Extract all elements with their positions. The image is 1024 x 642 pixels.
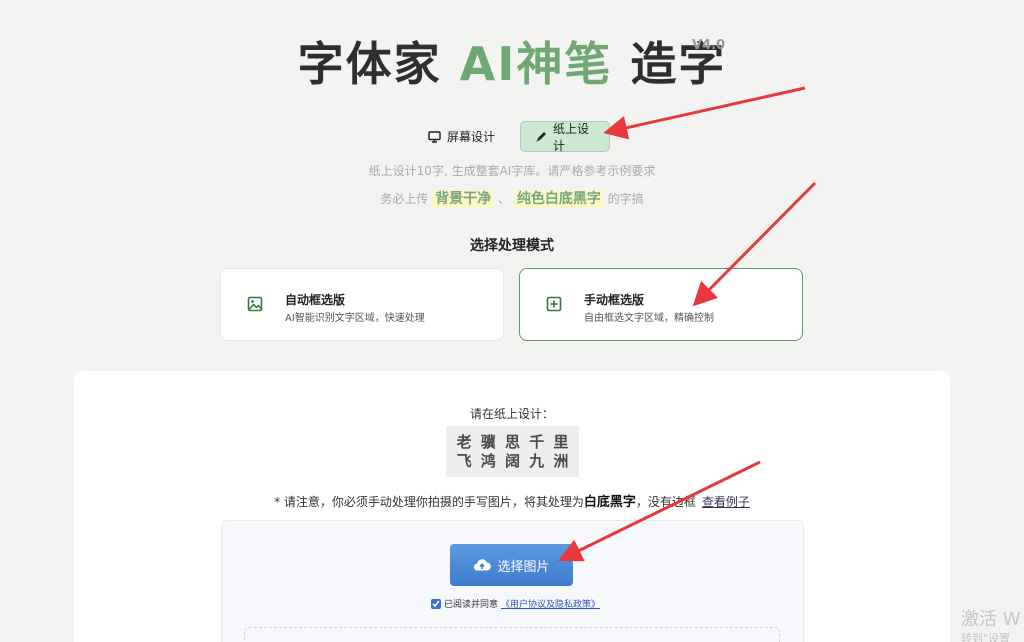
agreement: 已阅读并同意 《用户协议及隐私政策》 [431,597,600,610]
title-part1: 字体家 [297,37,460,91]
description-prefix: 务必上传 [380,192,429,206]
auto-select-card[interactable]: 自动框选版 AI智能识别文字区域，快速处理 [220,268,504,341]
sample-char: 飞 [456,452,472,470]
description-suffix: 的字搞 [607,192,644,206]
agree-text: 已阅读并同意 [444,600,499,610]
activation-watermark: 激活 W [961,609,1021,630]
sample-char: 九 [529,452,545,470]
sample-char: 千 [529,433,545,451]
arrow-to-paper-tab [603,86,806,140]
plus-square-icon [546,296,562,316]
processing-mode-title: 选择处理模式 [470,238,554,254]
description-line1: 纸上设计10字, 生成整套AI字库。请严格参考示例要求 [368,164,656,178]
title-accent: AI神笔 [459,37,613,91]
sample-char: 阔 [504,452,520,470]
description-line2: 务必上传 背景干净 、 纯色白底黑字 的字搞 [0,189,1024,209]
sample-char: 骥 [480,433,496,451]
choose-image-label: 选择图片 [497,559,550,575]
sample-char: 思 [504,433,520,451]
highlight-clean-background: 背景干净 [432,190,495,208]
tab-screen-design-label: 屏幕设计 [447,130,496,144]
view-example-link[interactable]: 查看例子 [702,495,750,509]
sample-characters: 老 骥 思 千 里 飞 鸿 阔 九 洲 [446,426,579,477]
sample-char: 老 [456,433,472,451]
choose-image-button[interactable]: 选择图片 [450,544,573,586]
manual-select-card[interactable]: 手动框选版 自由框选文字区域，精确控制 [519,268,803,341]
auto-select-title: 自动框选版 [285,293,346,307]
cloud-upload-icon [473,558,492,572]
sample-char: 洲 [553,452,569,470]
tab-screen-design[interactable]: 屏幕设计 [414,121,509,152]
sample-char: 鸿 [480,452,496,470]
manual-select-title: 手动框选版 [584,293,645,307]
page-title: 字体家 AI神笔 造字 [0,36,1024,92]
notice-bold: 白底黑字 [583,495,636,510]
version-badge: V4.0 [692,38,726,53]
policy-link[interactable]: 《用户协议及隐私政策》 [501,597,600,610]
notice-suffix: ，没有边框 [635,495,696,509]
sample-char: 里 [553,433,569,451]
manual-select-subtitle: 自由框选文字区域，精确控制 [584,313,714,324]
tab-paper-design-label: 纸上设计 [553,121,590,153]
highlight-white-black: 纯色白底黑字 [513,190,604,208]
agree-checkbox[interactable] [431,598,441,609]
description-separator: 、 [497,192,510,206]
monitor-icon [428,130,441,143]
image-icon [247,296,263,316]
auto-select-subtitle: AI智能识别文字区域，快速处理 [285,313,425,324]
notice-prefix: * 请注意，你必须手动处理你拍摄的手写图片，将其处理为 [274,495,584,509]
tab-paper-design[interactable]: 纸上设计 [520,121,610,153]
upload-notice: * 请注意，你必须手动处理你拍摄的手写图片，将其处理为白底黑字，没有边框 查看例子 [0,491,1024,510]
pencil-icon [535,131,547,143]
design-prompt: 请在纸上设计： [469,407,554,421]
activation-watermark-sub: 转到"设置 [961,632,1011,642]
preview-dropzone [244,627,780,642]
